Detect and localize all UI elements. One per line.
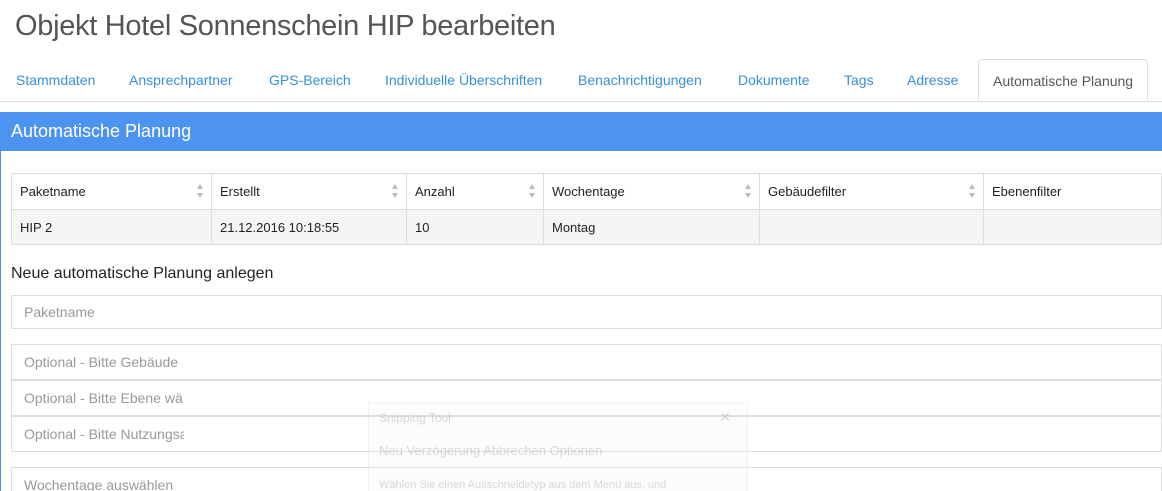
column-label: Gebäudefilter <box>768 184 847 199</box>
cell-gebaeudefilter <box>759 209 984 245</box>
tab-automatische-planung[interactable]: Automatische Planung <box>978 59 1149 101</box>
tab-ansprechpartner[interactable]: Ansprechpartner <box>129 59 233 101</box>
cell-paketname: HIP 2 <box>11 209 212 245</box>
column-label: Paketname <box>20 184 86 199</box>
tab-dokumente[interactable]: Dokumente <box>738 59 810 101</box>
snipping-tool-toolbar: Neu Verzögerung Abbrechen Optionen <box>379 443 603 458</box>
tab-individuelle-ueberschriften[interactable]: Individuelle Überschriften <box>385 59 542 101</box>
sort-icon[interactable] <box>745 184 752 198</box>
table-header-row: Paketname Erstellt Anzahl Wochentage Geb… <box>11 173 1162 210</box>
table-row[interactable]: HIP 2 21.12.2016 10:18:55 10 Montag <box>11 209 1162 245</box>
nutzungsart-placeholder: Optional - Bitte Nutzungsa <box>24 426 184 442</box>
snipping-tool-title: Snipping Tool <box>379 411 451 425</box>
cell-erstellt: 21.12.2016 10:18:55 <box>211 209 407 245</box>
snipping-tool-hint: Wählen Sie einen Ausschneidetyp aus dem … <box>379 479 667 491</box>
planning-table: Paketname Erstellt Anzahl Wochentage Geb… <box>11 173 1162 245</box>
column-header-paketname[interactable]: Paketname <box>11 173 212 210</box>
close-icon: ✕ <box>719 409 731 425</box>
cell-anzahl: 10 <box>406 209 544 245</box>
column-header-wochentage[interactable]: Wochentage <box>543 173 760 210</box>
column-label: Erstellt <box>220 184 260 199</box>
column-header-gebaeudefilter[interactable]: Gebäudefilter <box>759 173 984 210</box>
tab-bar: Stammdaten Ansprechpartner GPS-Bereich I… <box>0 59 1162 102</box>
snipping-tool-overlay: Snipping Tool ✕ Neu Verzögerung Abbreche… <box>368 402 748 491</box>
sort-icon[interactable] <box>529 184 536 198</box>
wochentage-placeholder: Wochentage auswählen <box>24 477 174 491</box>
tab-adresse[interactable]: Adresse <box>907 59 958 101</box>
sort-icon[interactable] <box>392 184 399 198</box>
gebaeude-select[interactable]: Optional - Bitte Gebäude <box>11 344 1162 380</box>
tab-tags[interactable]: Tags <box>844 59 874 101</box>
column-label: Anzahl <box>415 184 455 199</box>
sort-icon[interactable] <box>969 184 976 198</box>
column-label: Ebenenfilter <box>992 184 1062 199</box>
page-title: Objekt Hotel Sonnenschein HIP bearbeiten <box>15 10 556 42</box>
cell-ebenenfilter <box>983 209 1162 245</box>
panel-heading: Automatische Planung <box>0 112 1162 151</box>
tab-benachrichtigungen[interactable]: Benachrichtigungen <box>578 59 702 101</box>
column-header-anzahl[interactable]: Anzahl <box>406 173 544 210</box>
tab-stammdaten[interactable]: Stammdaten <box>16 59 95 101</box>
tab-gps-bereich[interactable]: GPS-Bereich <box>269 59 351 101</box>
page: Objekt Hotel Sonnenschein HIP bearbeiten… <box>0 0 1162 491</box>
new-planning-heading: Neue automatische Planung anlegen <box>11 265 274 282</box>
column-header-ebenenfilter[interactable]: Ebenenfilter <box>983 173 1162 210</box>
cell-wochentage: Montag <box>543 209 760 245</box>
column-label: Wochentage <box>552 184 625 199</box>
column-header-erstellt[interactable]: Erstellt <box>211 173 407 210</box>
gebaeude-placeholder: Optional - Bitte Gebäude <box>24 354 179 370</box>
paketname-input[interactable] <box>11 295 1162 329</box>
sort-icon[interactable] <box>197 184 204 198</box>
ebene-placeholder: Optional - Bitte Ebene wä <box>24 390 183 406</box>
